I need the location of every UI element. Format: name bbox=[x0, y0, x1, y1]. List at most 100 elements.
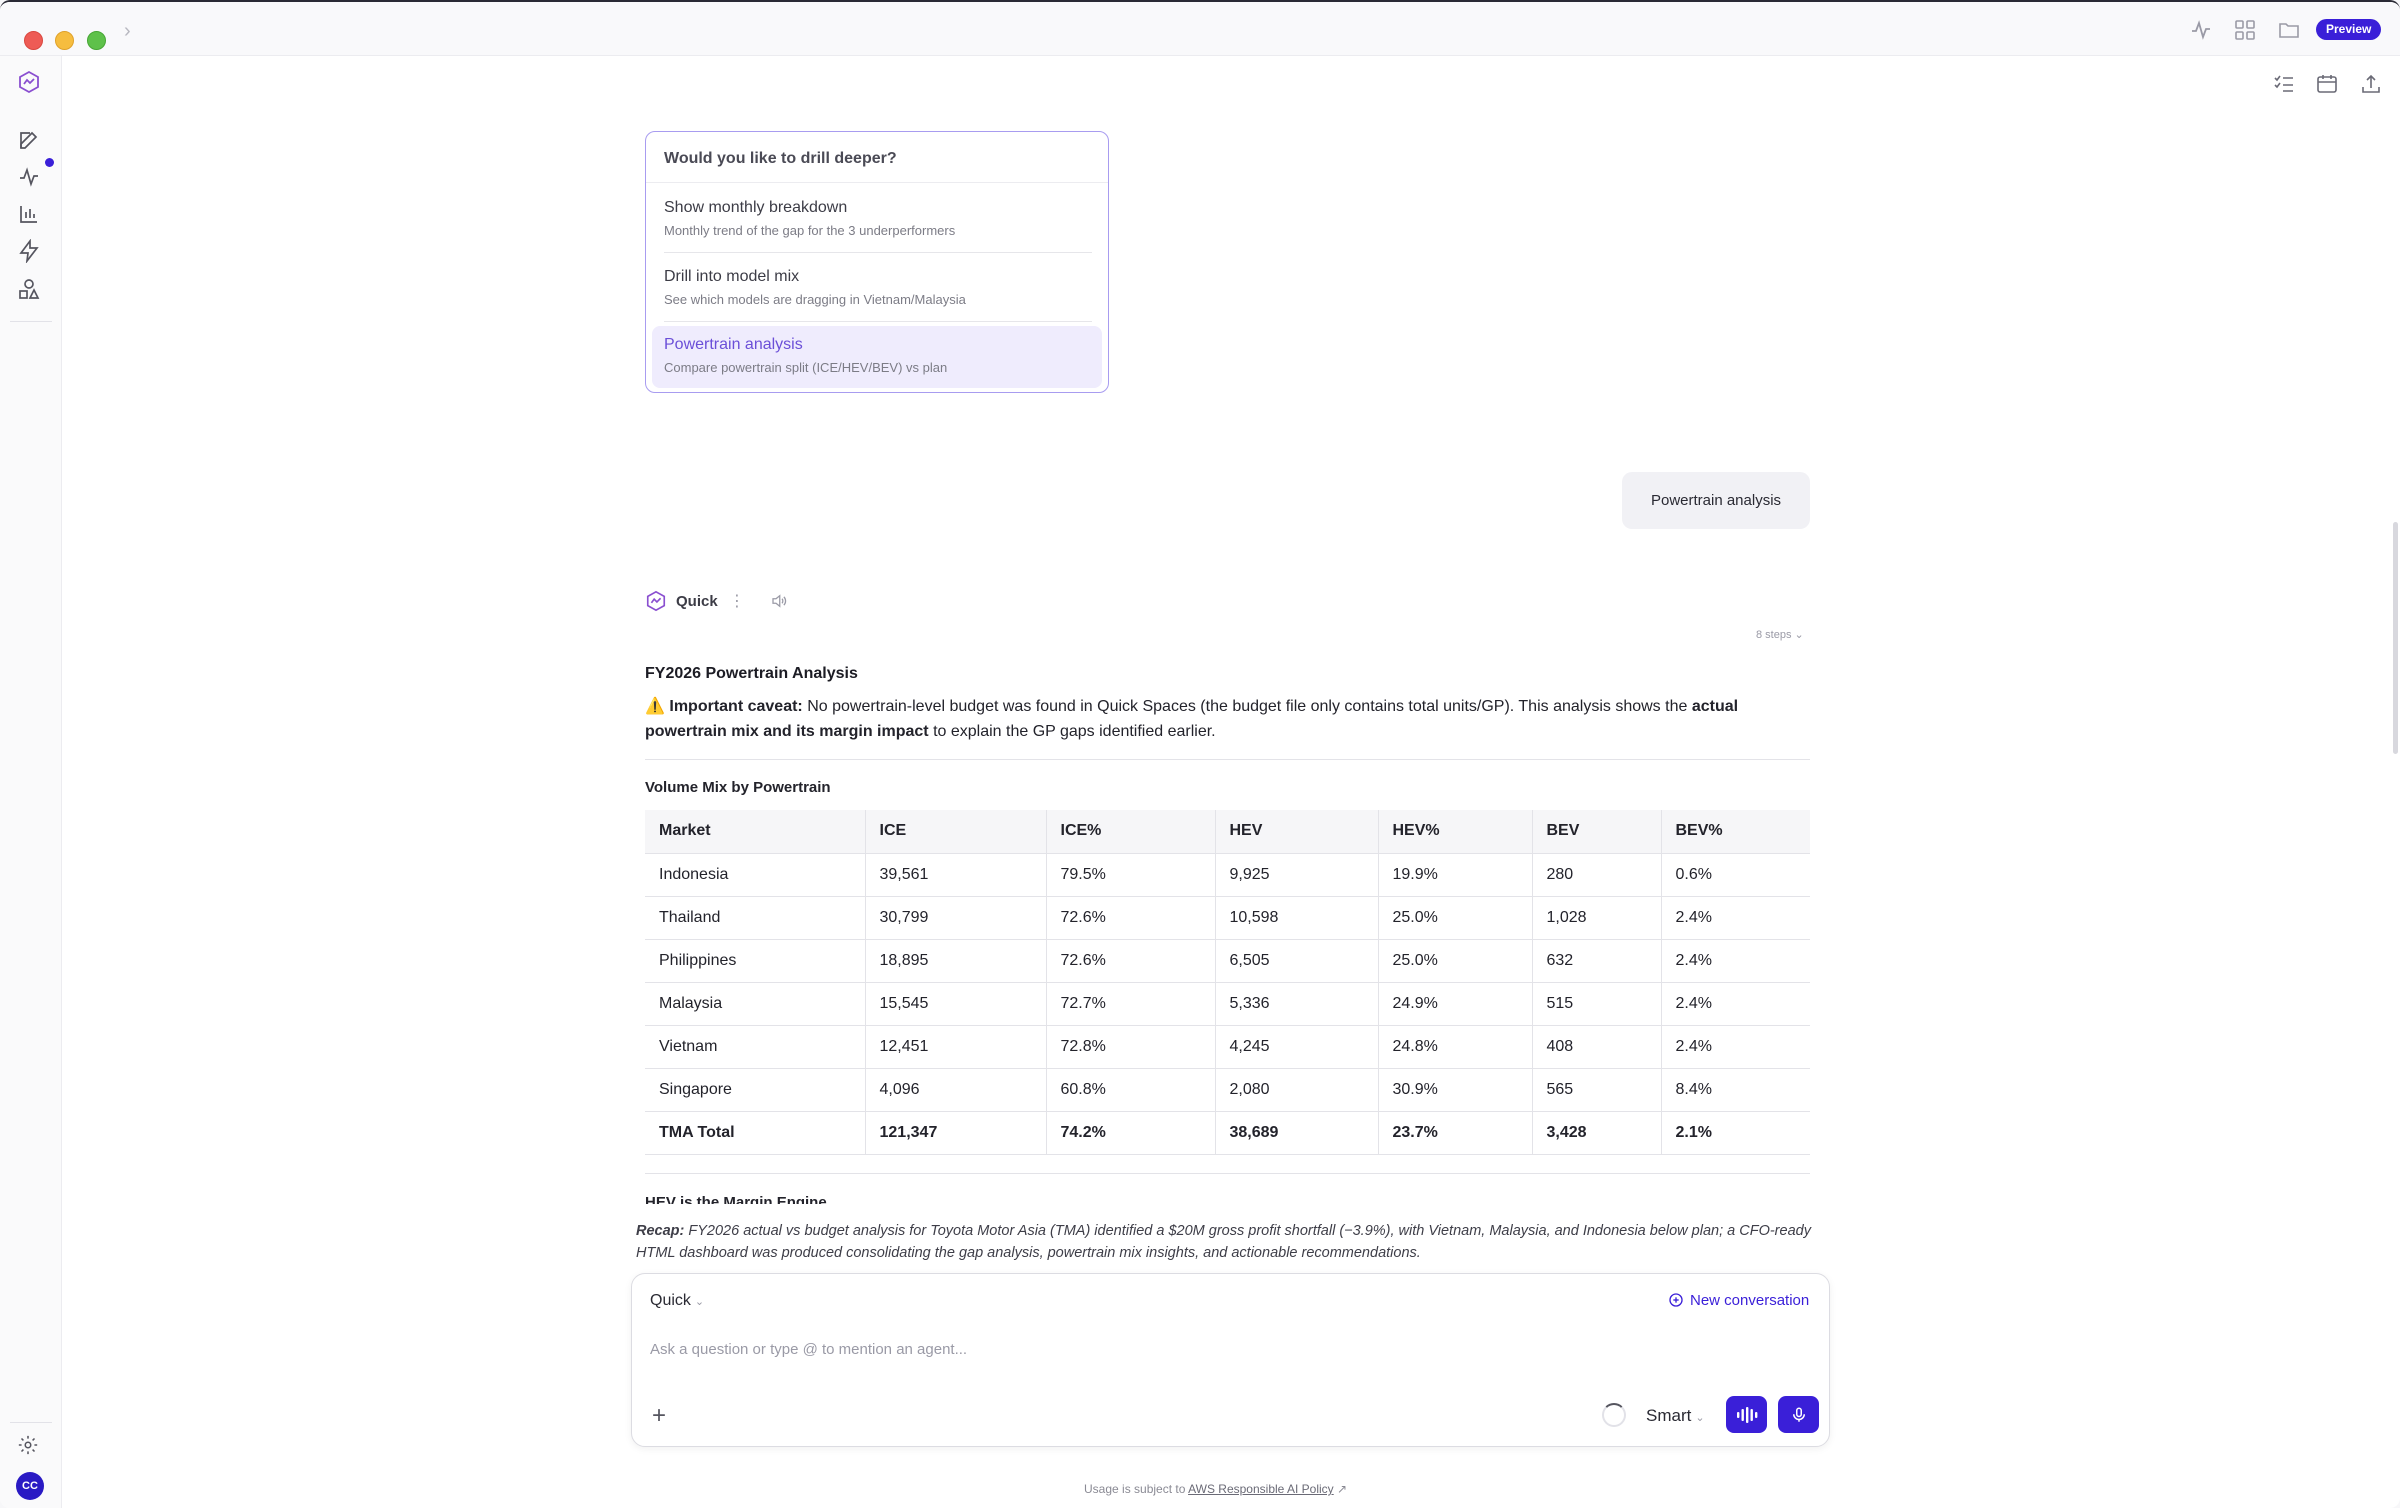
shapes-icon[interactable] bbox=[17, 277, 41, 301]
table-cell: 38,689 bbox=[1215, 1111, 1379, 1155]
table-total-row: TMA Total 121,347 74.2% 38,689 23.7% 3,428 2.1… bbox=[645, 1111, 1810, 1155]
scrollbar[interactable] bbox=[2393, 522, 2398, 754]
checklist-icon[interactable] bbox=[2272, 72, 2296, 96]
table-cell: 23.7% bbox=[1378, 1111, 1533, 1155]
table-row: Philippines 18,895 72.6% 6,505 25.0% 632 2.4% bbox=[645, 939, 1810, 983]
table-cell: 9,925 bbox=[1215, 853, 1379, 897]
section-heading: HEV is the Margin Engine bbox=[645, 1194, 827, 1204]
footer-text: Usage is subject to bbox=[1084, 1482, 1189, 1496]
table-row: Malaysia 15,545 72.7% 5,336 24.9% 515 2.4% bbox=[645, 982, 1810, 1026]
table-row: Vietnam 12,451 72.8% 4,245 24.8% 408 2.4% bbox=[645, 1025, 1810, 1069]
upload-icon[interactable] bbox=[2359, 72, 2383, 96]
table-cell: 74.2% bbox=[1046, 1111, 1216, 1155]
drill-option-powertrain[interactable]: Powertrain analysis Compare powertrain s… bbox=[652, 326, 1102, 388]
table-cell: 72.6% bbox=[1046, 939, 1216, 983]
table-cell: 24.9% bbox=[1378, 982, 1533, 1026]
drill-heading: Would you like to drill deeper? bbox=[646, 132, 1108, 183]
column-header: Market bbox=[645, 810, 866, 854]
recap-label: Recap: bbox=[636, 1223, 685, 1239]
new-conversation-button[interactable]: New conversation bbox=[1668, 1292, 1809, 1309]
user-message: Powertrain analysis bbox=[1622, 472, 1810, 529]
calendar-icon[interactable] bbox=[2315, 72, 2339, 96]
loading-spinner-icon bbox=[1602, 1403, 1626, 1427]
activity-icon[interactable] bbox=[17, 165, 41, 189]
column-header: ICE% bbox=[1046, 810, 1216, 854]
minimize-window-button[interactable] bbox=[55, 31, 74, 50]
table-cell: 72.8% bbox=[1046, 1025, 1216, 1069]
caveat-text: No powertrain-level budget was found in … bbox=[802, 698, 1692, 715]
table-cell: 15,545 bbox=[865, 982, 1047, 1026]
compose-icon[interactable] bbox=[17, 128, 41, 152]
policy-link[interactable]: AWS Responsible AI Policy bbox=[1188, 1482, 1334, 1496]
divider bbox=[645, 1173, 1810, 1174]
table-row: Thailand 30,799 72.6% 10,598 25.0% 1,028 2.4% bbox=[645, 896, 1810, 940]
message-input[interactable] bbox=[650, 1336, 1750, 1362]
column-header: BEV% bbox=[1661, 810, 1810, 854]
caveat-label: Important caveat: bbox=[669, 698, 803, 715]
table-cell: 30,799 bbox=[865, 896, 1047, 940]
table-cell: 25.0% bbox=[1378, 939, 1533, 983]
table-row: Singapore 4,096 60.8% 2,080 30.9% 565 8.4% bbox=[645, 1068, 1810, 1112]
steps-toggle[interactable]: 8 steps ⌄ bbox=[1756, 628, 1804, 641]
close-window-button[interactable] bbox=[24, 31, 43, 50]
table-cell: Malaysia bbox=[645, 982, 866, 1026]
speaker-icon[interactable] bbox=[769, 592, 789, 610]
drill-option-model-mix[interactable]: Drill into model mix See which models ar… bbox=[652, 258, 1102, 320]
agent-select[interactable]: Quick ⌄ bbox=[650, 1292, 704, 1310]
mode-select[interactable]: Smart ⌄ bbox=[1646, 1406, 1705, 1426]
settings-icon[interactable] bbox=[17, 1434, 39, 1456]
title-bar: › Preview bbox=[0, 2, 2400, 56]
chevron-down-icon: ⌄ bbox=[1794, 629, 1804, 641]
assistant-name: Quick bbox=[676, 593, 718, 610]
microphone-button[interactable] bbox=[1778, 1396, 1819, 1433]
avatar[interactable]: CC bbox=[16, 1472, 44, 1500]
agent-select-label: Quick bbox=[650, 1292, 691, 1309]
more-options-icon[interactable]: ⋮ bbox=[729, 591, 745, 611]
warning-icon: ⚠️ bbox=[645, 698, 670, 715]
assistant-logo-icon bbox=[646, 590, 666, 612]
grid-icon[interactable] bbox=[2232, 18, 2258, 42]
table-cell: 2.4% bbox=[1661, 939, 1810, 983]
caveat-tail: to explain the GP gaps identified earlie… bbox=[928, 723, 1216, 740]
drill-option-monthly-breakdown[interactable]: Show monthly breakdown Monthly trend of … bbox=[652, 189, 1102, 251]
waveform-icon bbox=[1736, 1406, 1757, 1423]
table-header-row: Market ICE ICE% HEV HEV% BEV BEV% bbox=[645, 810, 1810, 854]
chevron-right-icon[interactable]: › bbox=[124, 20, 131, 43]
usage-footer: Usage is subject to AWS Responsible AI P… bbox=[1084, 1482, 1347, 1496]
lightning-icon[interactable] bbox=[17, 239, 41, 263]
app-logo-icon[interactable] bbox=[17, 70, 41, 94]
mode-select-label: Smart bbox=[1646, 1406, 1692, 1425]
drill-option-subtitle: Monthly trend of the gap for the 3 under… bbox=[664, 223, 956, 238]
table-cell: 2.4% bbox=[1661, 1025, 1810, 1069]
activity-icon[interactable] bbox=[2188, 18, 2214, 42]
drill-deeper-card: Would you like to drill deeper? Show mon… bbox=[645, 131, 1109, 393]
composer: Quick⌄ New conversation + Smart⌄ bbox=[631, 1273, 1830, 1447]
chevron-down-icon: ⌄ bbox=[1695, 1412, 1705, 1424]
column-header: HEV bbox=[1215, 810, 1379, 854]
table-cell: Singapore bbox=[645, 1068, 866, 1112]
attach-plus-icon[interactable]: + bbox=[652, 1404, 666, 1428]
table-cell: 0.6% bbox=[1661, 853, 1810, 897]
drill-option-title: Powertrain analysis bbox=[664, 336, 803, 353]
table-cell: 515 bbox=[1532, 982, 1662, 1026]
table-cell: 30.9% bbox=[1378, 1068, 1533, 1112]
bar-chart-icon[interactable] bbox=[17, 202, 41, 226]
drill-option-subtitle: Compare powertrain split (ICE/HEV/BEV) v… bbox=[664, 360, 948, 375]
table-cell: 24.8% bbox=[1378, 1025, 1533, 1069]
microphone-icon bbox=[1792, 1407, 1805, 1422]
table-cell: 1,028 bbox=[1532, 896, 1662, 940]
folder-icon[interactable] bbox=[2276, 18, 2302, 42]
divider bbox=[645, 759, 1810, 760]
table-cell: 72.6% bbox=[1046, 896, 1216, 940]
notification-dot bbox=[45, 158, 54, 167]
table-cell: 8.4% bbox=[1661, 1068, 1810, 1112]
left-rail: CC bbox=[0, 56, 62, 1508]
preview-badge: Preview bbox=[2316, 19, 2382, 40]
table-cell: Philippines bbox=[645, 939, 866, 983]
zoom-window-button[interactable] bbox=[87, 31, 106, 50]
new-conversation-label: New conversation bbox=[1690, 1292, 1810, 1309]
table-cell: Thailand bbox=[645, 896, 866, 940]
caveat-paragraph: ⚠️ Important caveat: No powertrain-level… bbox=[645, 694, 1810, 744]
voice-mode-button[interactable] bbox=[1726, 1396, 1767, 1433]
table-title: Volume Mix by Powertrain bbox=[645, 779, 831, 796]
